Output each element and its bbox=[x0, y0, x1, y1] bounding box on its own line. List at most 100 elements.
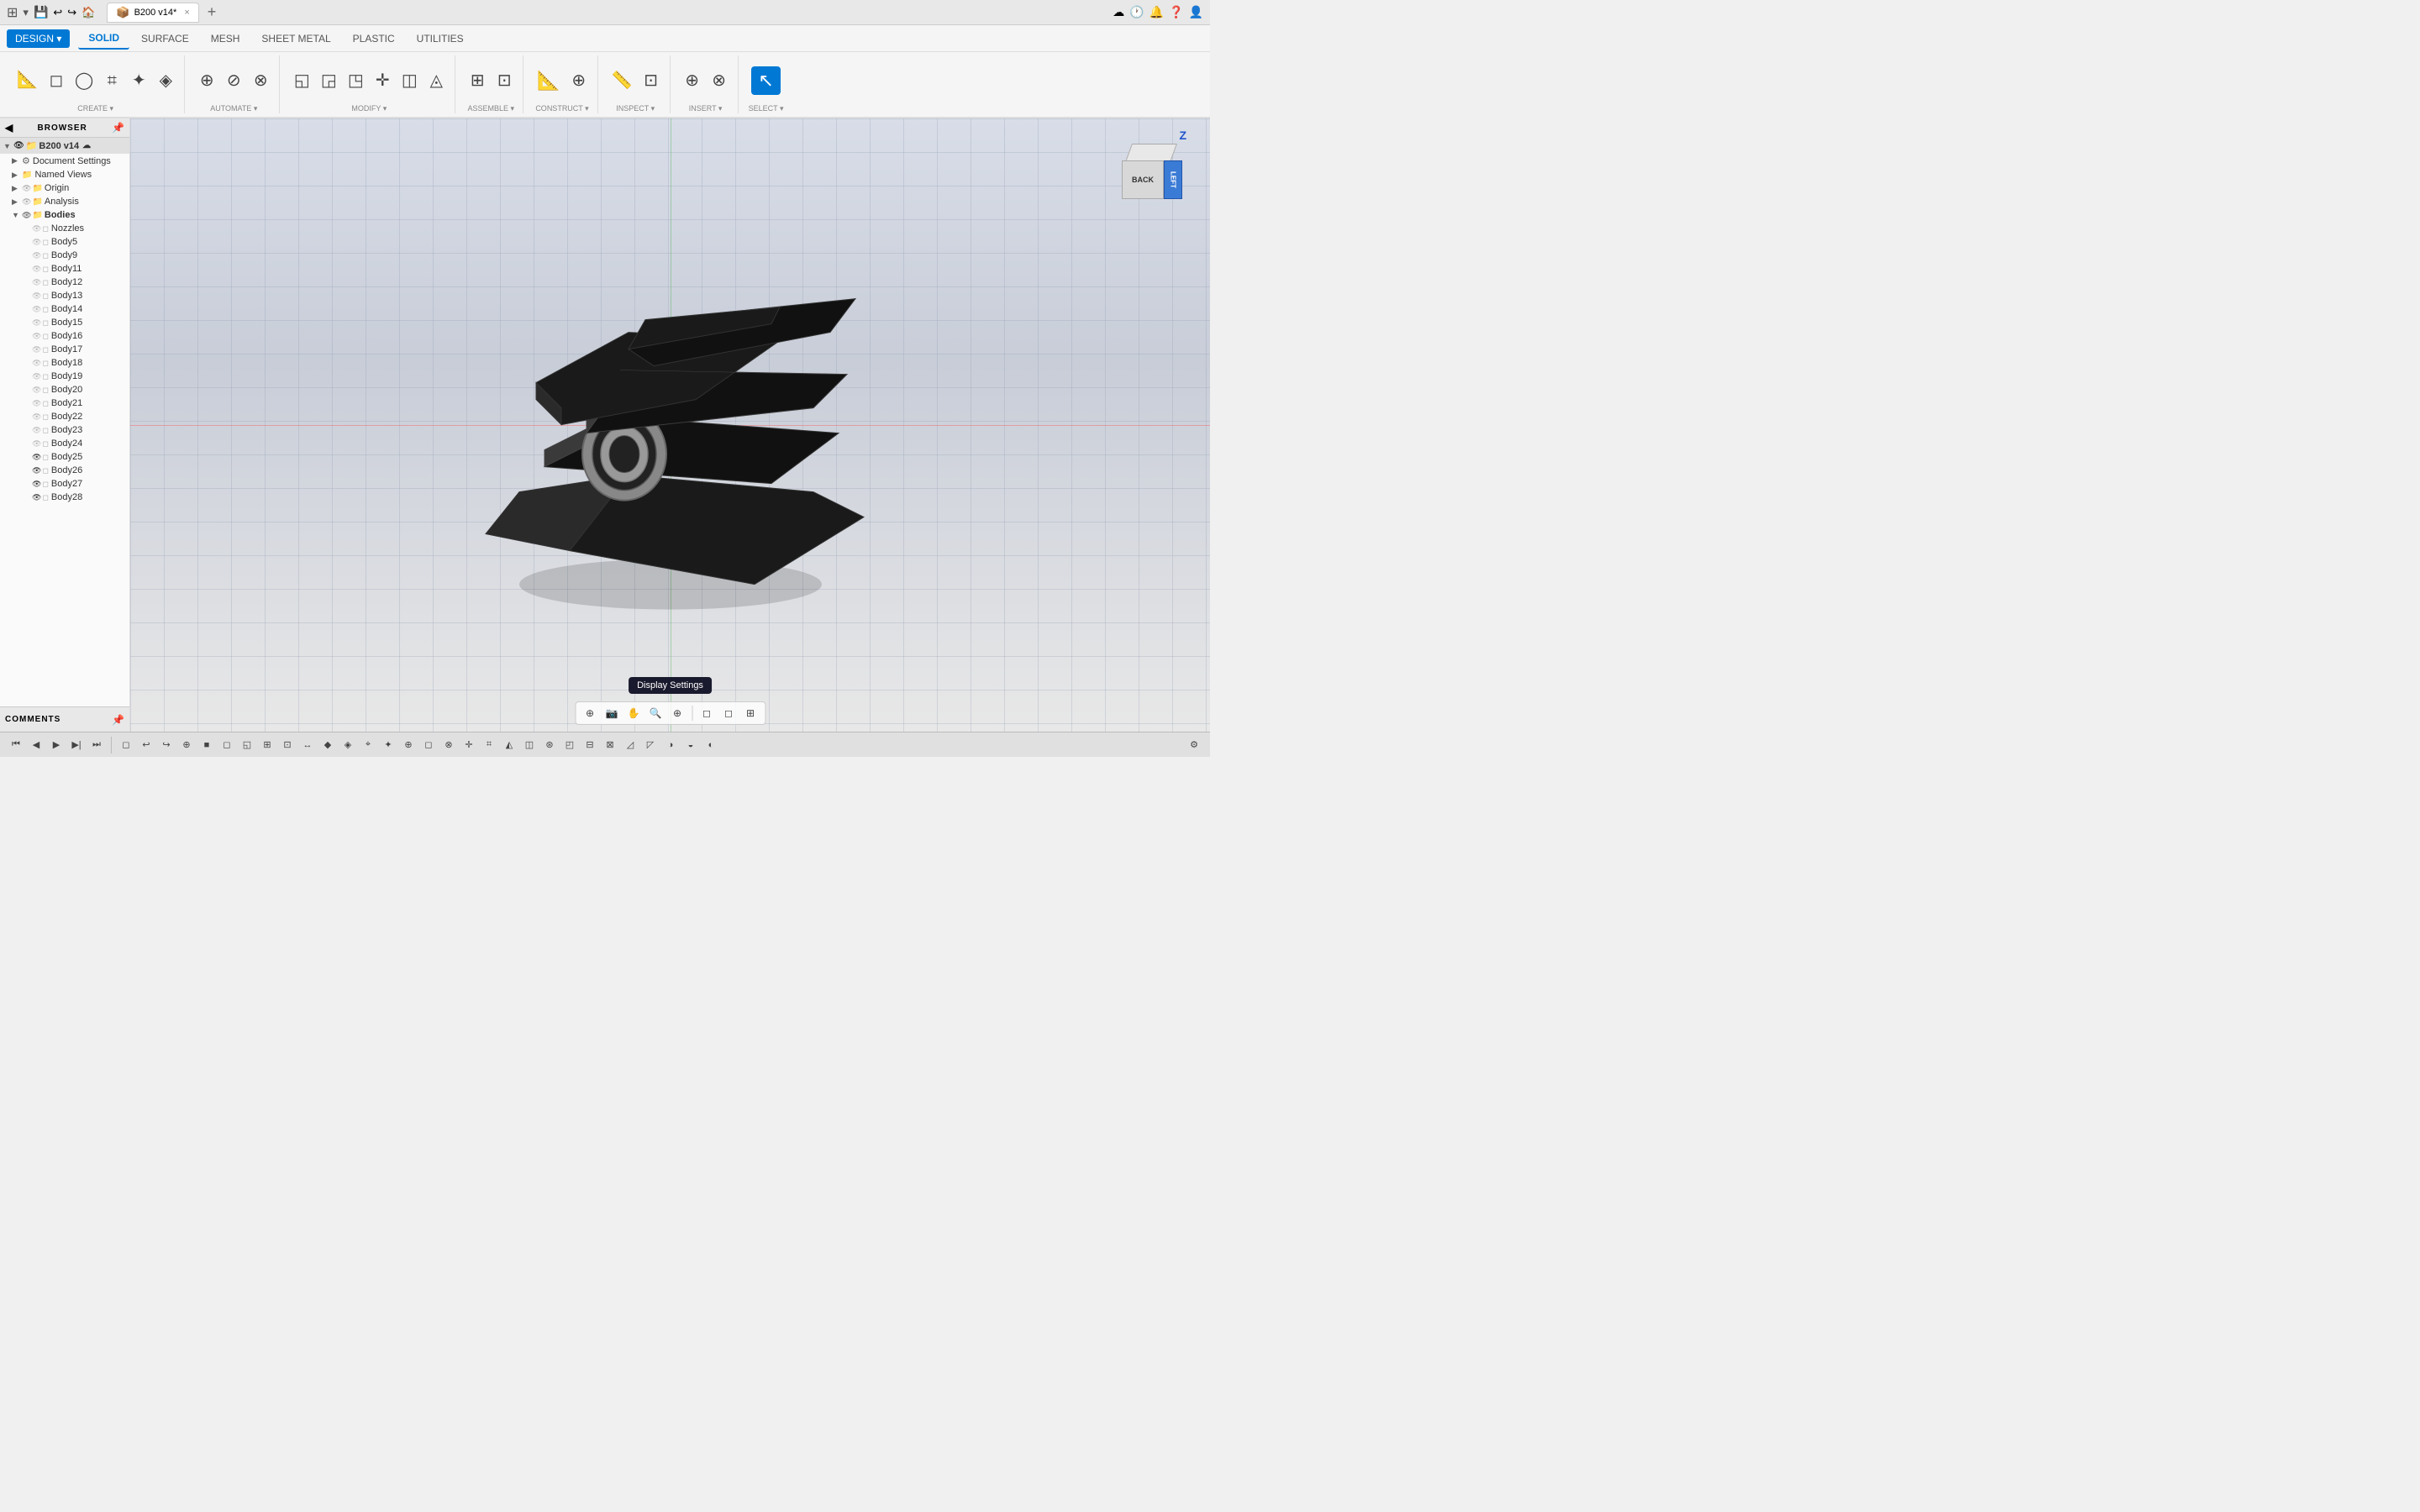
visibility-icon-body15[interactable]: 👁 bbox=[32, 318, 41, 328]
new-tab-btn[interactable]: + bbox=[208, 3, 217, 21]
toolbar-btn-8[interactable]: ⊞ bbox=[258, 736, 276, 754]
body-checkbox-body14[interactable]: ◻ bbox=[42, 305, 48, 314]
browser-item-nozzles[interactable]: 👁 ◻ Nozzles bbox=[0, 222, 129, 235]
toolbar-btn-9[interactable]: ⊡ bbox=[278, 736, 297, 754]
expand-analysis[interactable]: ▶ bbox=[12, 197, 22, 207]
toolbar-btn-20[interactable]: ◭ bbox=[500, 736, 518, 754]
settings-btn[interactable]: ⚙ bbox=[1185, 736, 1203, 754]
home-icon[interactable]: 🏠 bbox=[82, 6, 95, 19]
visibility-icon-body21[interactable]: 👁 bbox=[32, 399, 41, 408]
create-sculpt-btn[interactable]: ✦ bbox=[127, 71, 150, 91]
browser-pin-icon[interactable]: 📌 bbox=[112, 122, 124, 134]
modify-btn5[interactable]: ◫ bbox=[397, 71, 421, 91]
automate-btn2[interactable]: ⊘ bbox=[222, 71, 245, 91]
body-checkbox-body9[interactable]: ◻ bbox=[42, 251, 48, 260]
browser-item-analysis[interactable]: ▶ 👁 📁 Analysis bbox=[0, 195, 129, 208]
visibility-icon-body17[interactable]: 👁 bbox=[32, 345, 41, 354]
toolbar-btn-28[interactable]: ◑ bbox=[661, 736, 680, 754]
toolbar-btn-24[interactable]: ⊟ bbox=[581, 736, 599, 754]
automate-btn1[interactable]: ⊕ bbox=[195, 71, 218, 91]
toolbar-btn-19[interactable]: ⌗ bbox=[480, 736, 498, 754]
tab-utilities[interactable]: UTILITIES bbox=[407, 29, 474, 49]
body-checkbox-body22[interactable]: ◻ bbox=[42, 412, 48, 422]
toolbar-btn-26[interactable]: ◿ bbox=[621, 736, 639, 754]
3d-viewport[interactable]: Z BACK LEFT ⊕ 📷 ✋ bbox=[130, 118, 1210, 732]
visibility-icon-body25[interactable]: 👁 bbox=[32, 453, 41, 462]
body-checkbox-body24[interactable]: ◻ bbox=[42, 439, 48, 449]
body-checkbox-body13[interactable]: ◻ bbox=[42, 291, 48, 301]
body-checkbox-body11[interactable]: ◻ bbox=[42, 265, 48, 274]
browser-item-body11[interactable]: 👁 ◻ Body11 bbox=[0, 262, 129, 276]
app-grid-icon[interactable]: ⊞ bbox=[7, 4, 18, 21]
analysis-eye-icon[interactable]: 👁 bbox=[22, 197, 31, 207]
browser-item-body17[interactable]: 👁 ◻ Body17 bbox=[0, 343, 129, 356]
nav-cube[interactable]: Z BACK LEFT bbox=[1118, 135, 1193, 211]
toolbar-btn-4[interactable]: ⊕ bbox=[177, 736, 196, 754]
doc-tab[interactable]: 📦 B200 v14* × bbox=[107, 3, 198, 23]
toolbar-btn-11[interactable]: ◆ bbox=[318, 736, 337, 754]
design-dropdown-button[interactable]: DESIGN ▾ bbox=[7, 29, 70, 48]
visibility-icon-body11[interactable]: 👁 bbox=[32, 265, 41, 274]
file-menu-icon[interactable]: ▾ bbox=[23, 6, 29, 19]
visibility-icon-body22[interactable]: 👁 bbox=[32, 412, 41, 422]
visibility-icon-body20[interactable]: 👁 bbox=[32, 386, 41, 395]
visibility-icon-body16[interactable]: 👁 bbox=[32, 332, 41, 341]
visibility-icon-body12[interactable]: 👁 bbox=[32, 278, 41, 287]
toolbar-btn-18[interactable]: ✛ bbox=[460, 736, 478, 754]
body-checkbox-body23[interactable]: ◻ bbox=[42, 426, 48, 435]
create-pattern-btn[interactable]: ⌗ bbox=[100, 71, 124, 91]
body-checkbox-body15[interactable]: ◻ bbox=[42, 318, 48, 328]
cube-right-face[interactable]: LEFT bbox=[1164, 160, 1182, 199]
visibility-icon-body19[interactable]: 👁 bbox=[32, 372, 41, 381]
browser-item-body22[interactable]: 👁 ◻ Body22 bbox=[0, 410, 129, 423]
expand-bodies[interactable]: ▼ bbox=[12, 211, 22, 219]
visibility-icon-body14[interactable]: 👁 bbox=[32, 305, 41, 314]
insert-btn2[interactable]: ⊗ bbox=[708, 71, 731, 91]
toolbar-btn-5[interactable]: ■ bbox=[197, 736, 216, 754]
toolbar-btn-15[interactable]: ⊕ bbox=[399, 736, 418, 754]
modify-move-btn[interactable]: ✛ bbox=[371, 71, 394, 91]
toolbar-btn-1[interactable]: ◻ bbox=[117, 736, 135, 754]
body-checkbox-body5[interactable]: ◻ bbox=[42, 238, 48, 247]
tab-mesh[interactable]: MESH bbox=[201, 29, 250, 49]
create-sphere-btn[interactable]: ◯ bbox=[71, 71, 97, 91]
browser-item-body5[interactable]: 👁 ◻ Body5 bbox=[0, 235, 129, 249]
tab-solid[interactable]: SOLID bbox=[78, 28, 129, 50]
redo-icon[interactable]: ↪ bbox=[67, 6, 76, 19]
display-settings-btn[interactable]: ⊞ bbox=[741, 704, 760, 722]
toolbar-btn-29[interactable]: ◒ bbox=[681, 736, 700, 754]
create-more-btn[interactable]: ◈ bbox=[154, 71, 177, 91]
snap-btn[interactable]: ⊕ bbox=[581, 704, 599, 722]
visibility-icon-body27[interactable]: 👁 bbox=[32, 480, 41, 489]
browser-item-body14[interactable]: 👁 ◻ Body14 bbox=[0, 302, 129, 316]
pan-btn[interactable]: ✋ bbox=[624, 704, 643, 722]
zoom-region-btn[interactable]: ⊕ bbox=[668, 704, 687, 722]
body-checkbox-body27[interactable]: ◻ bbox=[42, 480, 48, 489]
browser-root-item[interactable]: ▼ 👁 📁 B200 v14 ☁ bbox=[0, 138, 129, 154]
browser-item-body15[interactable]: 👁 ◻ Body15 bbox=[0, 316, 129, 329]
modify-btn1[interactable]: ◱ bbox=[290, 71, 313, 91]
visibility-icon-body9[interactable]: 👁 bbox=[32, 251, 41, 260]
browser-item-body27[interactable]: 👁 ◻ Body27 bbox=[0, 477, 129, 491]
undo-icon[interactable]: ↩ bbox=[53, 6, 62, 19]
browser-item-body23[interactable]: 👁 ◻ Body23 bbox=[0, 423, 129, 437]
timeline-next-step-btn[interactable]: ▶| bbox=[67, 736, 86, 754]
body-checkbox-body18[interactable]: ◻ bbox=[42, 359, 48, 368]
browser-item-body16[interactable]: 👁 ◻ Body16 bbox=[0, 329, 129, 343]
toolbar-btn-22[interactable]: ⊛ bbox=[540, 736, 559, 754]
toolbar-btn-3[interactable]: ↪ bbox=[157, 736, 176, 754]
browser-item-body12[interactable]: 👁 ◻ Body12 bbox=[0, 276, 129, 289]
browser-item-body20[interactable]: 👁 ◻ Body20 bbox=[0, 383, 129, 396]
toolbar-btn-21[interactable]: ◫ bbox=[520, 736, 539, 754]
timeline-end-btn[interactable]: ⏭ bbox=[87, 736, 106, 754]
zoom-btn[interactable]: 🔍 bbox=[646, 704, 665, 722]
browser-item-named-views[interactable]: ▶ 📁 Named Views bbox=[0, 168, 129, 181]
timeline-play-btn[interactable]: ▶ bbox=[47, 736, 66, 754]
body-checkbox-body12[interactable]: ◻ bbox=[42, 278, 48, 287]
body-checkbox-body28[interactable]: ◻ bbox=[42, 493, 48, 502]
visibility-icon-body18[interactable]: 👁 bbox=[32, 359, 41, 368]
browser-item-body26[interactable]: 👁 ◻ Body26 bbox=[0, 464, 129, 477]
tab-plastic[interactable]: PLASTIC bbox=[343, 29, 405, 49]
body-checkbox-body16[interactable]: ◻ bbox=[42, 332, 48, 341]
user-avatar[interactable]: 👤 bbox=[1189, 5, 1203, 19]
